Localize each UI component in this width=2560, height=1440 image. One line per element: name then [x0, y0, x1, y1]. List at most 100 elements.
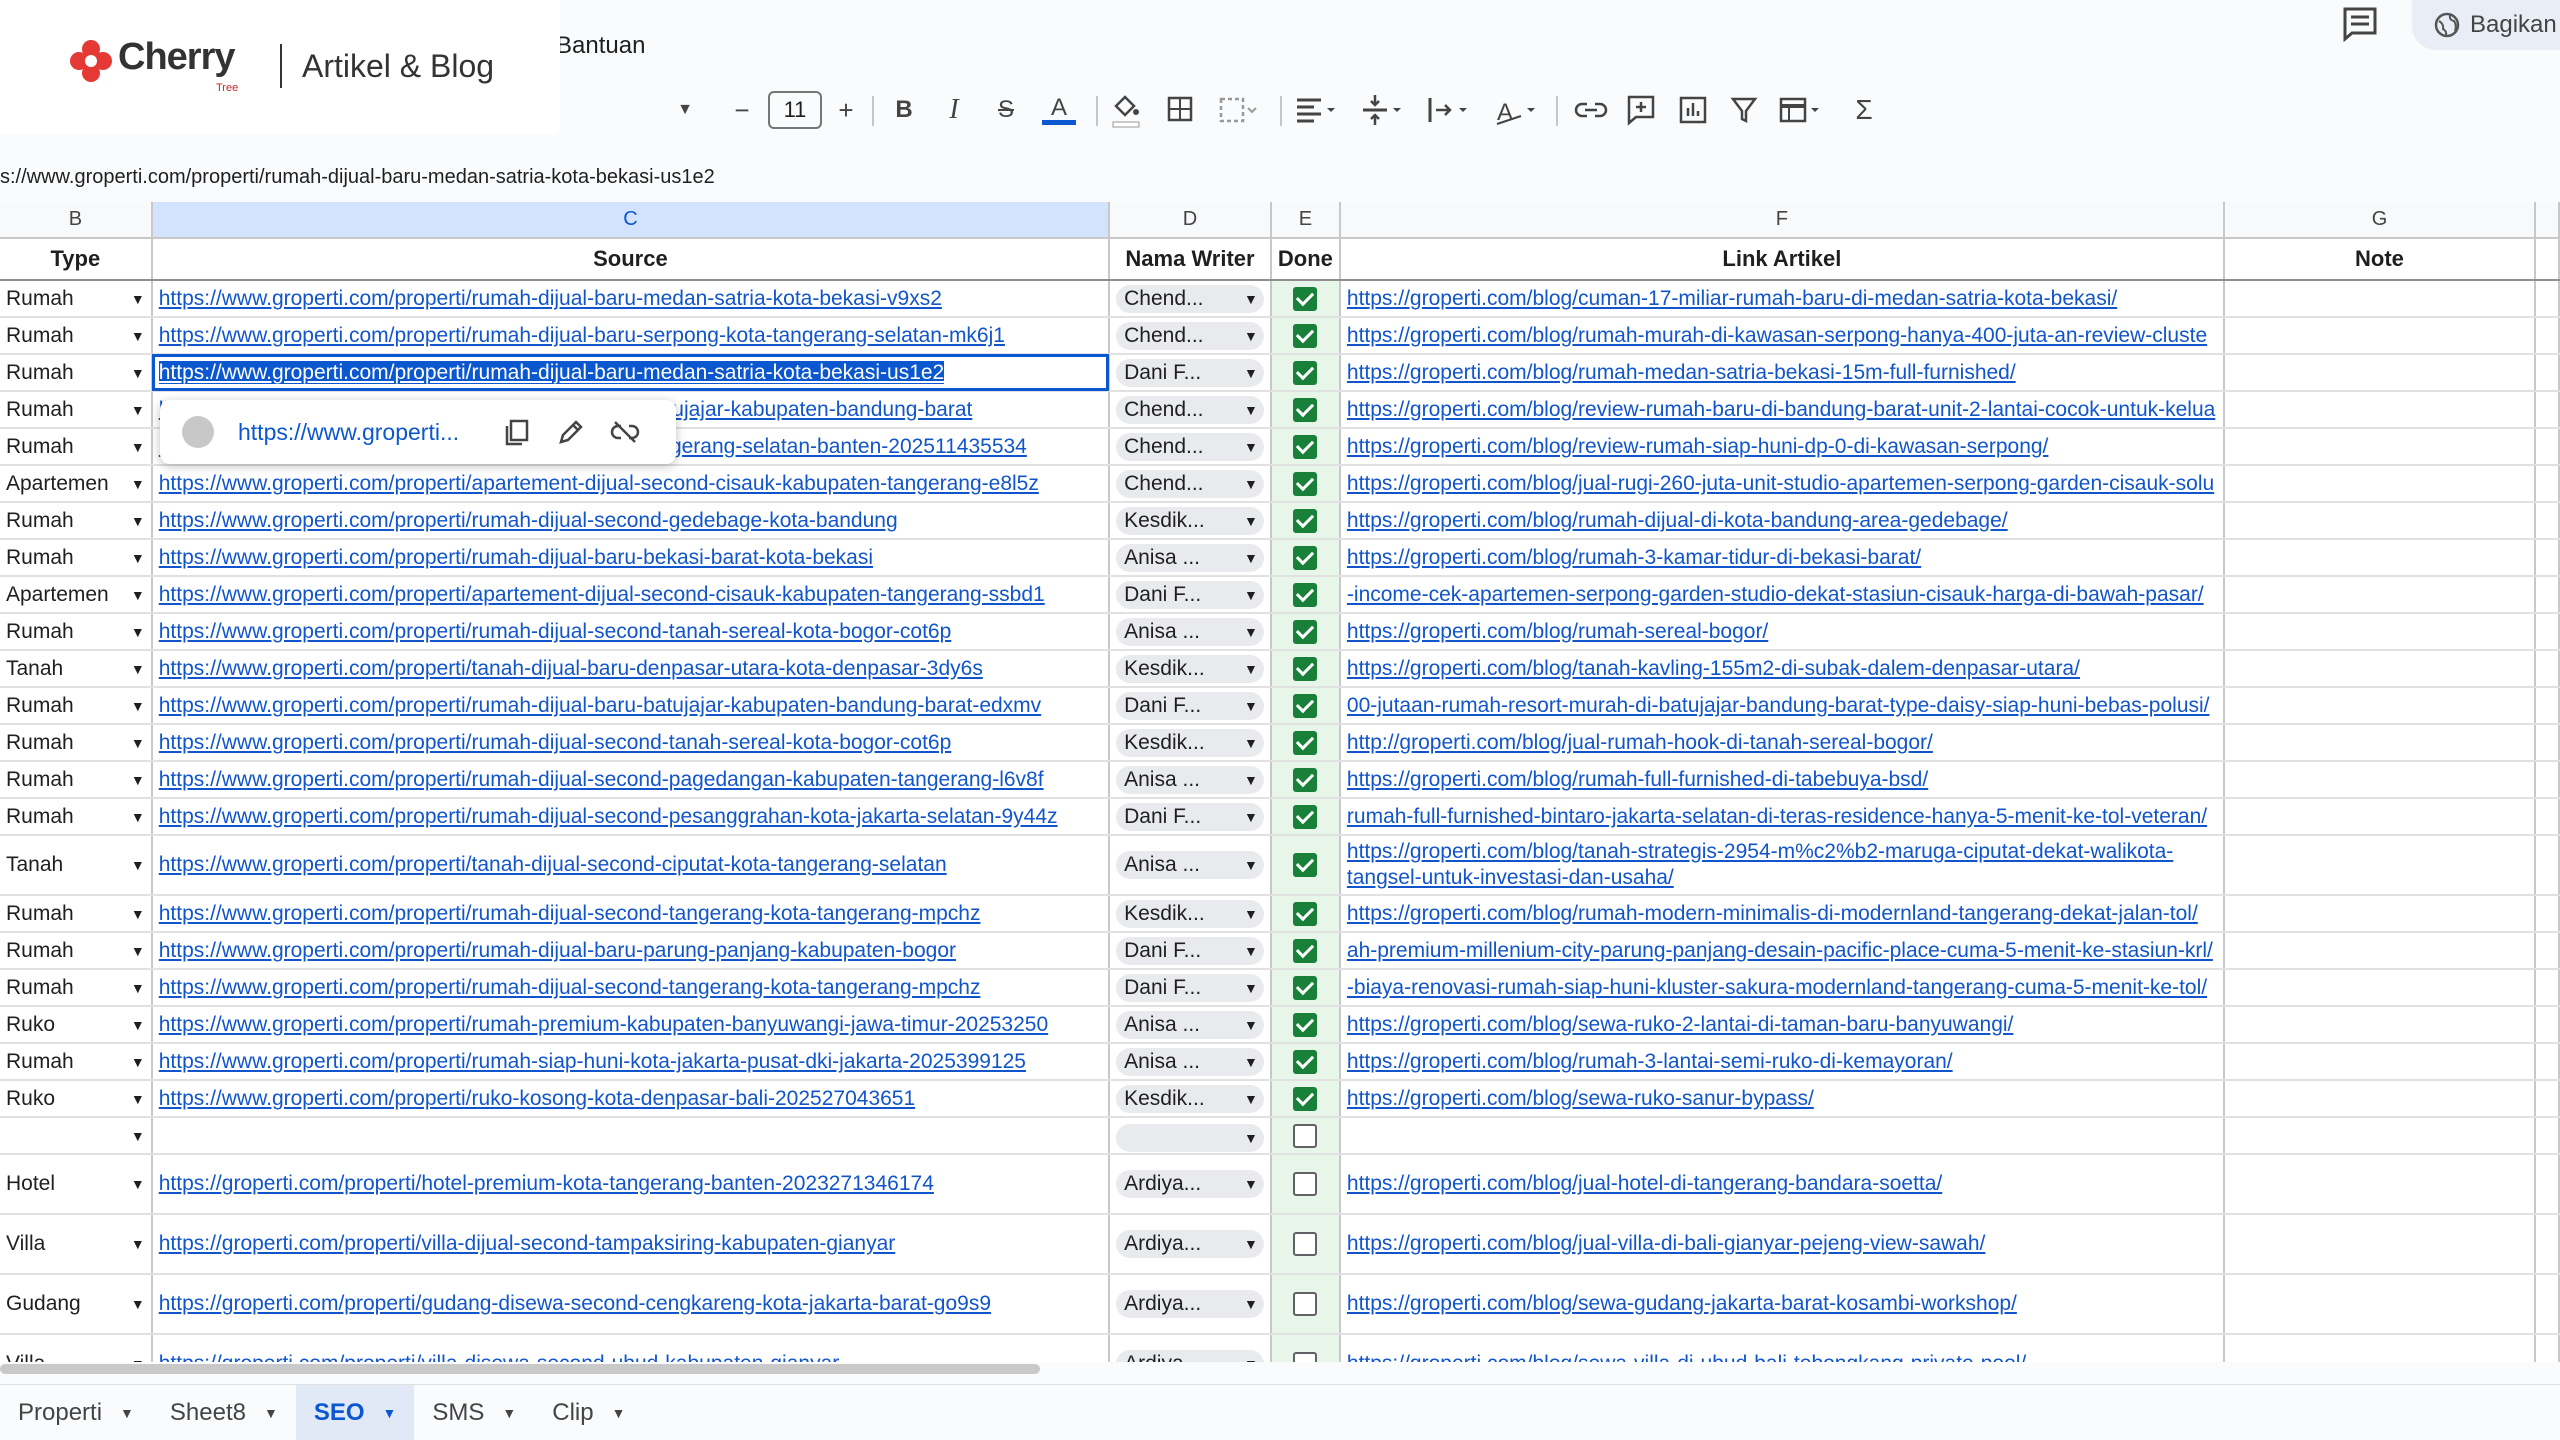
unchecked-checkbox-icon[interactable] [1293, 1352, 1318, 1362]
column-header-d[interactable]: D [1109, 202, 1272, 239]
type-cell[interactable]: Rumah ▼ [0, 613, 153, 651]
checked-checkbox-icon[interactable] [1293, 1086, 1318, 1111]
empty-cell[interactable] [2535, 761, 2560, 799]
writer-cell[interactable]: Chend... ▼ [1109, 428, 1272, 466]
done-cell[interactable] [1270, 1154, 1341, 1215]
checked-checkbox-icon[interactable] [1293, 853, 1318, 878]
checked-checkbox-icon[interactable] [1293, 901, 1318, 926]
article-link[interactable]: https://groperti.com/blog/rumah-full-fur… [1347, 768, 1928, 791]
copy-link-icon[interactable] [502, 417, 532, 447]
writer-chip[interactable]: Anisa ... ▼ [1116, 1047, 1264, 1076]
writer-chip[interactable]: Dani F... ▼ [1116, 358, 1264, 387]
text-rotation-icon[interactable]: A [1494, 90, 1538, 130]
sheet-tab-caret-icon[interactable]: ▼ [502, 1405, 516, 1421]
source-link[interactable]: https://www.groperti.com/properti/tanah-… [159, 853, 947, 876]
source-cell[interactable]: https://www.groperti.com/properti/ruko-k… [151, 1080, 1111, 1118]
checked-checkbox-icon[interactable] [1293, 767, 1318, 792]
merge-cells-icon[interactable] [1218, 90, 1258, 130]
edit-link-icon[interactable] [556, 417, 586, 447]
unchecked-checkbox-icon[interactable] [1293, 1292, 1318, 1317]
empty-cell[interactable] [2535, 1117, 2560, 1155]
done-cell[interactable] [1270, 932, 1341, 970]
type-cell[interactable]: Rumah ▼ [0, 317, 153, 355]
done-cell[interactable] [1270, 650, 1341, 688]
writer-chip[interactable]: Chend... ▼ [1116, 395, 1264, 424]
link-cell[interactable]: -income-cek-apartemen-serpong-garden-stu… [1339, 576, 2225, 614]
checked-checkbox-icon[interactable] [1293, 804, 1318, 829]
dropdown-caret-icon[interactable]: ▼ [131, 906, 145, 922]
link-cell[interactable]: -biaya-renovasi-rumah-siap-huni-kluster-… [1339, 969, 2225, 1007]
header-source[interactable]: Source [151, 238, 1111, 281]
dropdown-caret-icon[interactable]: ▼ [131, 439, 145, 455]
done-cell[interactable] [1270, 317, 1341, 355]
link-cell[interactable]: http://groperti.com/blog/jual-rumah-hook… [1339, 724, 2225, 762]
text-wrapping-icon[interactable] [1426, 90, 1470, 130]
checked-checkbox-icon[interactable] [1293, 323, 1318, 348]
empty-cell[interactable] [2535, 932, 2560, 970]
link-cell[interactable]: https://groperti.com/blog/rumah-3-lantai… [1339, 1043, 2225, 1081]
note-cell[interactable] [2223, 391, 2537, 429]
sheet-tab-caret-icon[interactable]: ▼ [612, 1405, 626, 1421]
text-color-icon[interactable]: A [1042, 90, 1076, 130]
source-cell[interactable]: https://www.groperti.com/properti/rumah-… [151, 895, 1111, 933]
done-cell[interactable] [1270, 969, 1341, 1007]
horizontal-scrollbar[interactable] [0, 1364, 1040, 1374]
checked-checkbox-icon[interactable] [1293, 397, 1318, 422]
note-cell[interactable] [2223, 1274, 2537, 1335]
note-cell[interactable] [2223, 354, 2537, 392]
writer-cell[interactable]: Anisa ... ▼ [1109, 1043, 1272, 1081]
writer-cell[interactable]: Kesdik... ▼ [1109, 502, 1272, 540]
column-header-g[interactable]: G [2223, 202, 2537, 239]
note-cell[interactable] [2223, 1006, 2537, 1044]
writer-chip[interactable]: Anisa ... ▼ [1116, 617, 1264, 646]
source-cell[interactable]: https://www.groperti.com/properti/aparte… [151, 465, 1111, 503]
type-cell[interactable]: Rumah ▼ [0, 539, 153, 577]
note-cell[interactable] [2223, 1117, 2537, 1155]
unchecked-checkbox-icon[interactable] [1293, 1172, 1318, 1197]
checked-checkbox-icon[interactable] [1293, 693, 1318, 718]
bold-icon[interactable]: B [890, 90, 918, 130]
writer-cell[interactable]: Anisa ... ▼ [1109, 613, 1272, 651]
article-link[interactable]: https://groperti.com/blog/sewa-ruko-sanu… [1347, 1087, 1814, 1110]
done-cell[interactable] [1270, 280, 1341, 318]
decrease-font-size-icon[interactable]: − [730, 90, 754, 130]
done-cell[interactable] [1270, 391, 1341, 429]
writer-cell[interactable]: Dani F... ▼ [1109, 932, 1272, 970]
type-cell[interactable]: Rumah ▼ [0, 354, 153, 392]
header-done[interactable]: Done [1270, 238, 1341, 281]
writer-chip[interactable]: Ardiya... ▼ [1116, 1230, 1264, 1258]
done-cell[interactable] [1270, 895, 1341, 933]
type-cell[interactable]: Rumah ▼ [0, 724, 153, 762]
article-link[interactable]: https://groperti.com/blog/sewa-gudang-ja… [1347, 1292, 2017, 1315]
type-cell[interactable]: Apartemen ▼ [0, 576, 153, 614]
empty-cell[interactable] [2535, 1043, 2560, 1081]
source-link[interactable]: https://www.groperti.com/properti/aparte… [159, 583, 1045, 606]
type-cell[interactable]: Rumah ▼ [0, 502, 153, 540]
insert-link-icon[interactable] [1574, 90, 1608, 130]
source-link[interactable]: https://www.groperti.com/properti/rumah-… [159, 768, 1044, 791]
header-link[interactable]: Link Artikel [1339, 238, 2225, 281]
dropdown-caret-icon[interactable]: ▼ [131, 1236, 145, 1252]
writer-cell[interactable]: Kesdik... ▼ [1109, 895, 1272, 933]
empty-cell[interactable] [2535, 969, 2560, 1007]
link-cell[interactable]: https://groperti.com/blog/rumah-full-fur… [1339, 761, 2225, 799]
article-link[interactable]: https://groperti.com/blog/rumah-3-kamar-… [1347, 546, 1921, 569]
writer-chip[interactable]: Chend... ▼ [1116, 321, 1264, 350]
source-cell[interactable]: https://www.groperti.com/properti/rumah-… [151, 317, 1111, 355]
note-cell[interactable] [2223, 835, 2537, 896]
writer-cell[interactable]: Ardiya... ▼ [1109, 1214, 1272, 1275]
writer-chip[interactable]: ▼ [1116, 1123, 1264, 1152]
note-cell[interactable] [2223, 1334, 2537, 1362]
writer-chip[interactable]: Ardiya... ▼ [1116, 1170, 1264, 1198]
source-link[interactable]: https://www.groperti.com/properti/rumah-… [159, 620, 952, 643]
done-cell[interactable] [1270, 428, 1341, 466]
dropdown-caret-icon[interactable]: ▼ [131, 661, 145, 677]
checked-checkbox-icon[interactable] [1293, 619, 1318, 644]
formula-bar[interactable]: s://www.groperti.com/properti/rumah-diju… [0, 156, 2560, 198]
article-link[interactable]: https://groperti.com/blog/tanah-kavling-… [1347, 657, 2080, 680]
source-cell[interactable]: https://www.groperti.com/properti/aparte… [151, 576, 1111, 614]
writer-cell[interactable]: Dani F... ▼ [1109, 969, 1272, 1007]
article-link[interactable]: https://groperti.com/blog/tanah-strategi… [1347, 840, 2173, 889]
writer-cell[interactable]: Dani F... ▼ [1109, 687, 1272, 725]
empty-cell[interactable] [2535, 1334, 2560, 1362]
